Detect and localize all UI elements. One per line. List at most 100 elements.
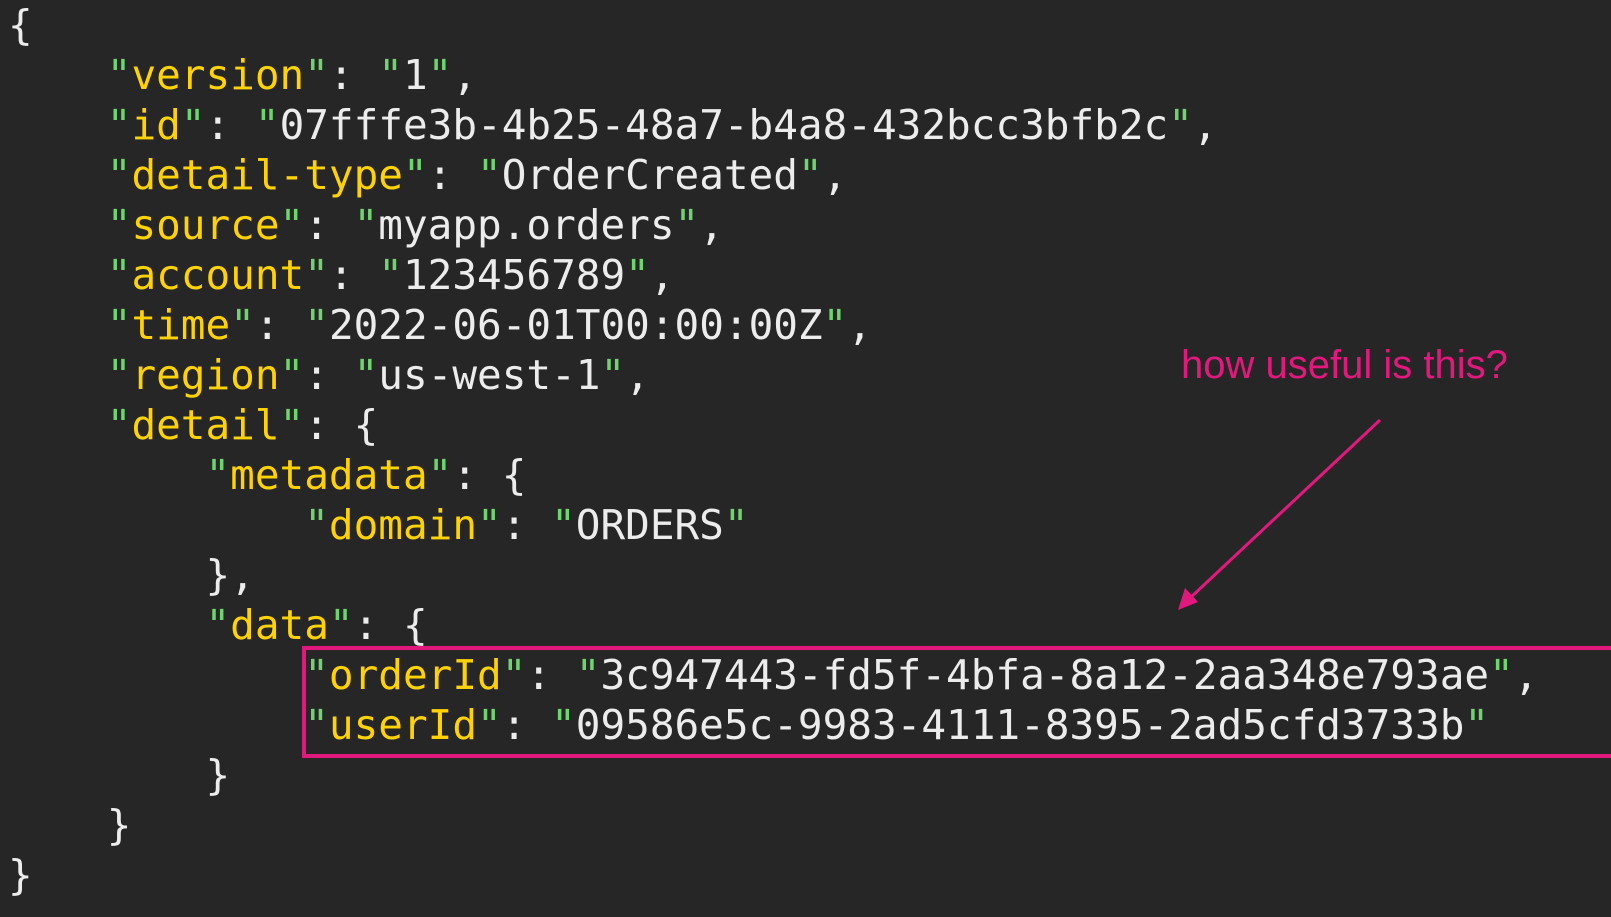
json-text: } — [8, 851, 33, 899]
json-text: , — [1192, 101, 1218, 149]
json-text: : { — [304, 401, 379, 449]
json-quote: " — [797, 151, 823, 199]
json-quote: " — [304, 501, 329, 549]
json-quote: " — [279, 351, 305, 399]
code-line: } — [8, 850, 1538, 900]
json-text: myapp.orders — [378, 201, 675, 249]
json-quote: " — [674, 201, 700, 249]
json-text: { — [8, 1, 33, 49]
code-line: "account": "123456789", — [8, 250, 1538, 300]
code-line: "domain": "ORDERS" — [8, 500, 1538, 550]
json-text: OrderCreated — [501, 151, 798, 199]
json-quote: " — [402, 151, 428, 199]
json-key: account — [131, 251, 305, 299]
json-quote: " — [822, 301, 848, 349]
json-text — [8, 351, 107, 399]
json-quote: " — [279, 401, 305, 449]
json-text: , — [822, 151, 848, 199]
json-quote: " — [427, 51, 453, 99]
json-text — [8, 501, 304, 549]
json-text: 2022-06-01T00:00:00Z — [328, 301, 823, 349]
json-quote: " — [378, 51, 403, 99]
json-quote: " — [600, 351, 626, 399]
code-line: "metadata": { — [8, 450, 1538, 500]
json-text: : — [328, 51, 379, 99]
json-quote: " — [304, 51, 329, 99]
json-text: , — [847, 301, 872, 349]
json-key: region — [131, 351, 280, 399]
json-text: , — [452, 51, 478, 99]
json-text — [8, 251, 107, 299]
json-key: domain — [328, 501, 478, 549]
code-line: "detail-type": "OrderCreated", — [8, 150, 1538, 200]
json-text: } — [8, 751, 231, 799]
json-text: , — [699, 201, 724, 249]
json-key: version — [131, 51, 305, 99]
json-quote: " — [106, 351, 132, 399]
json-text: us-west-1 — [378, 351, 601, 399]
json-text: : — [304, 201, 354, 249]
json-quote: " — [205, 451, 231, 499]
json-quote: " — [254, 101, 280, 149]
json-quote: " — [723, 501, 749, 549]
code-line: "data": { — [8, 600, 1538, 650]
json-text: , — [625, 351, 650, 399]
json-text: : — [205, 101, 255, 149]
json-text: : { — [353, 601, 428, 649]
json-text: : — [254, 301, 305, 349]
json-quote: " — [106, 101, 132, 149]
json-text — [8, 601, 205, 649]
json-quote: " — [106, 151, 132, 199]
json-quote: " — [477, 151, 502, 199]
json-text: : { — [452, 451, 527, 499]
json-quote: " — [1168, 101, 1193, 149]
json-text: 123456789 — [402, 251, 626, 299]
code-line: { — [8, 0, 1538, 50]
code-line: } — [8, 800, 1538, 850]
highlight-box — [302, 646, 1611, 758]
json-text — [8, 151, 107, 199]
code-line: }, — [8, 550, 1538, 600]
json-quote: " — [230, 301, 255, 349]
json-key: metadata — [230, 451, 428, 499]
json-quote: " — [106, 51, 132, 99]
json-quote: " — [205, 601, 231, 649]
json-text: }, — [8, 551, 255, 599]
json-code-block: { "version": "1", "id": "07fffe3b-4b25-4… — [8, 0, 1538, 900]
code-line: "detail": { — [8, 400, 1538, 450]
json-text — [8, 451, 205, 499]
json-text: } — [8, 801, 132, 849]
json-text: : — [328, 251, 379, 299]
code-line: "version": "1", — [8, 50, 1538, 100]
json-quote: " — [106, 201, 132, 249]
json-quote: " — [279, 201, 305, 249]
json-key: id — [131, 101, 181, 149]
json-quote: " — [304, 251, 329, 299]
json-text: 07fffe3b-4b25-48a7-b4a8-432bcc3bfb2c — [279, 101, 1169, 149]
json-key: detail-type — [131, 151, 403, 199]
json-quote: " — [353, 201, 379, 249]
code-line: "id": "07fffe3b-4b25-48a7-b4a8-432bcc3bf… — [8, 100, 1538, 150]
json-key: data — [230, 601, 329, 649]
json-quote: " — [625, 251, 650, 299]
json-quote: " — [378, 251, 403, 299]
json-text — [8, 51, 107, 99]
json-text — [8, 201, 107, 249]
json-text — [8, 101, 107, 149]
annotation-text: how useful is this? — [1181, 343, 1508, 387]
json-key: time — [131, 301, 231, 349]
json-quote: " — [304, 301, 329, 349]
json-text — [8, 301, 107, 349]
json-key: detail — [131, 401, 280, 449]
json-quote: " — [427, 451, 453, 499]
json-key: source — [131, 201, 280, 249]
code-line: "source": "myapp.orders", — [8, 200, 1538, 250]
json-quote: " — [106, 401, 132, 449]
json-text: : — [304, 351, 354, 399]
json-quote: " — [106, 301, 132, 349]
json-text: : — [427, 151, 478, 199]
json-text: : — [501, 501, 552, 549]
json-quote: " — [477, 501, 502, 549]
json-text: ORDERS — [575, 501, 724, 549]
json-text — [8, 651, 304, 699]
